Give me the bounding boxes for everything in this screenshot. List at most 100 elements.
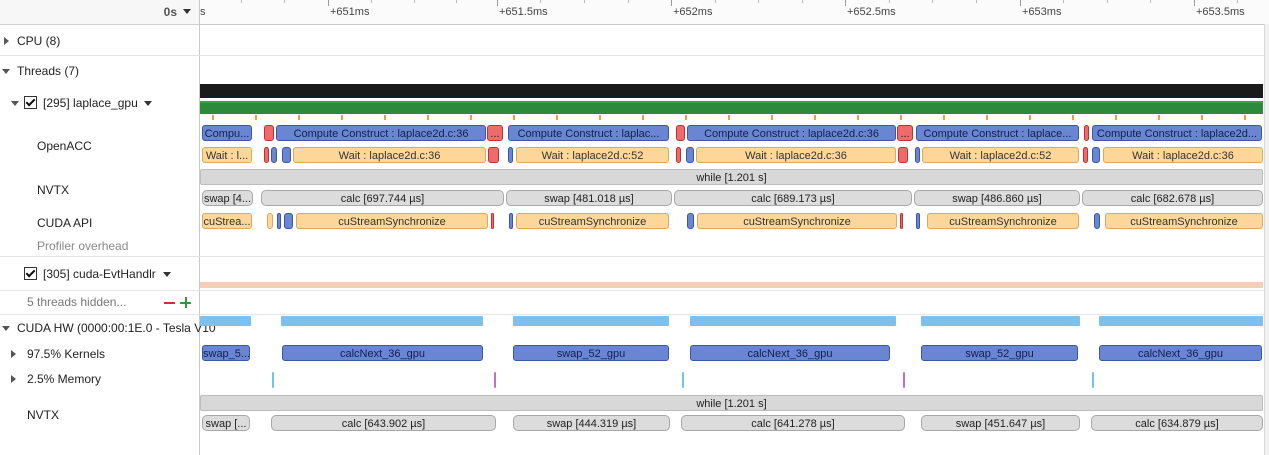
- cuda-api-call-small[interactable]: [900, 213, 903, 229]
- nvtx-hw-range[interactable]: calc [643.902 µs]: [271, 415, 496, 431]
- openacc-wait-block[interactable]: Wait : laplace2d.c:36: [696, 147, 896, 163]
- openacc-compute-block[interactable]: Compute Construct : laplace2d...: [1092, 125, 1262, 141]
- gpu-utilization-segment[interactable]: [513, 316, 669, 326]
- cuda-api-call[interactable]: cuStrea...: [202, 213, 252, 229]
- openacc-marker[interactable]: ...: [487, 125, 503, 141]
- gpu-utilization-segment[interactable]: [690, 316, 896, 326]
- kernel-block[interactable]: calcNext_36_gpu: [1099, 345, 1262, 361]
- openacc-marker[interactable]: [676, 125, 685, 141]
- minus-icon[interactable]: [164, 302, 175, 304]
- collapse-arrow-icon[interactable]: [2, 69, 10, 74]
- openacc-marker[interactable]: [264, 125, 274, 141]
- cuda-api-call[interactable]: cuStreamSynchronize: [1105, 213, 1263, 229]
- cuda-api-call-small[interactable]: [284, 213, 293, 229]
- openacc-marker[interactable]: [282, 147, 291, 163]
- memory-op-tick[interactable]: [1092, 372, 1094, 388]
- expand-arrow-icon[interactable]: [4, 37, 9, 45]
- ruler-minor-tick: [628, 0, 629, 3]
- openacc-marker[interactable]: [676, 147, 681, 163]
- openacc-wait-block[interactable]: Wait : l...: [202, 147, 252, 163]
- nvtx-range[interactable]: calc [689.173 µs]: [674, 190, 912, 206]
- collapse-arrow-icon[interactable]: [2, 326, 10, 331]
- openacc-marker[interactable]: [1084, 125, 1089, 141]
- openacc-wait-block[interactable]: Wait : laplace2d.c:36: [293, 147, 486, 163]
- cuda-api-call[interactable]: cuStreamSynchronize: [516, 213, 669, 229]
- row-separator: [0, 256, 1269, 257]
- memory-op-tick[interactable]: [272, 372, 274, 388]
- kernel-block[interactable]: calcNext_36_gpu: [282, 345, 483, 361]
- memory-op-tick[interactable]: [494, 372, 496, 388]
- sample-tick: [255, 115, 257, 120]
- nvtx-while-range[interactable]: while [1.201 s]: [200, 169, 1263, 185]
- sample-tick: [1072, 115, 1074, 120]
- thread-state-bar[interactable]: [200, 101, 1263, 114]
- nvtx-hw-range[interactable]: swap [451.647 µs]: [921, 415, 1080, 431]
- kernels-label: 97.5% Kernels: [27, 347, 106, 361]
- cuda-api-call-small[interactable]: [267, 213, 273, 229]
- kernel-block[interactable]: swap_5...: [202, 345, 250, 361]
- nvtx-range[interactable]: calc [682.678 µs]: [1082, 190, 1263, 206]
- openacc-marker[interactable]: [915, 147, 920, 163]
- openacc-marker[interactable]: [264, 147, 269, 163]
- openacc-compute-block[interactable]: Compute Construct : laplace2d.c:36: [687, 125, 896, 141]
- cuda-api-call[interactable]: cuStreamSynchronize: [697, 213, 897, 229]
- gpu-utilization-segment[interactable]: [200, 316, 251, 326]
- openacc-wait-block[interactable]: Wait : laplace2d.c:36: [1103, 147, 1263, 163]
- kernel-block[interactable]: swap_52_gpu: [921, 345, 1078, 361]
- sample-tick: [1244, 115, 1246, 120]
- cuda-api-call-small[interactable]: [916, 213, 920, 229]
- cuda-api-call-small[interactable]: [687, 213, 694, 229]
- nvtx-hw-range[interactable]: calc [634.879 µs]: [1091, 415, 1263, 431]
- openacc-marker[interactable]: [898, 147, 908, 163]
- gpu-utilization-segment[interactable]: [1099, 316, 1263, 326]
- nvtx-hw-range[interactable]: swap [...: [202, 415, 250, 431]
- cuda-api-call-small[interactable]: [277, 213, 281, 229]
- openacc-marker[interactable]: [686, 147, 694, 163]
- nvtx-range[interactable]: swap [486.860 µs]: [914, 190, 1080, 206]
- thread-305-activity-bar[interactable]: [200, 282, 1263, 288]
- timeline-ruler[interactable]: s +651ms +651.5ms +652ms +652.5ms +653ms…: [200, 0, 1269, 25]
- openacc-marker[interactable]: [1083, 147, 1088, 163]
- expand-arrow-icon[interactable]: [11, 350, 16, 358]
- nvtx-hw-range[interactable]: calc [641.278 µs]: [681, 415, 905, 431]
- chevron-down-icon[interactable]: [163, 272, 171, 277]
- gpu-utilization-segment[interactable]: [281, 316, 483, 326]
- row-separator: [0, 55, 1269, 56]
- nvtx-range[interactable]: calc [697.744 µs]: [261, 190, 504, 206]
- cuda-api-call-small[interactable]: [1094, 213, 1100, 229]
- cuda-api-call-small[interactable]: [491, 213, 494, 229]
- openacc-wait-block[interactable]: Wait : laplace2d.c:52: [516, 147, 669, 163]
- cuda-api-call-small[interactable]: [509, 213, 513, 229]
- kernel-block[interactable]: calcNext_36_gpu: [690, 345, 890, 361]
- hidden-threads-label: 5 threads hidden...: [27, 295, 127, 309]
- memory-op-tick[interactable]: [682, 372, 684, 388]
- nvtx-hw-while-range[interactable]: while [1.201 s]: [200, 395, 1263, 411]
- memory-op-tick[interactable]: [903, 372, 905, 388]
- nvtx-range[interactable]: swap [4...: [202, 190, 253, 206]
- openacc-compute-block[interactable]: Compute Construct : laplace...: [916, 125, 1079, 141]
- openacc-compute-block[interactable]: Compu...: [202, 125, 252, 141]
- openacc-wait-block[interactable]: Wait : laplace2d.c:52: [922, 147, 1079, 163]
- kernel-block[interactable]: swap_52_gpu: [513, 345, 669, 361]
- openacc-marker[interactable]: [271, 147, 277, 163]
- cuda-api-call[interactable]: cuStreamSynchronize: [927, 213, 1079, 229]
- vertical-scrollbar[interactable]: [1264, 24, 1269, 455]
- openacc-marker[interactable]: ...: [897, 125, 913, 141]
- gpu-utilization-segment[interactable]: [921, 316, 1080, 326]
- openacc-compute-block[interactable]: Compute Construct : laplace2d.c:36: [276, 125, 486, 141]
- openacc-compute-block[interactable]: Compute Construct : laplac...: [508, 125, 669, 141]
- cuda-api-call[interactable]: cuStreamSynchronize: [296, 213, 488, 229]
- sample-tick: [513, 115, 515, 120]
- thread-activity-bar[interactable]: [200, 84, 1263, 98]
- thread-305-checkbox[interactable]: [24, 267, 37, 280]
- nvtx-hw-range[interactable]: swap [444.319 µs]: [513, 415, 670, 431]
- openacc-marker[interactable]: [508, 147, 513, 163]
- chevron-down-icon[interactable]: [183, 9, 191, 14]
- openacc-marker[interactable]: [488, 147, 499, 163]
- nvtx-range[interactable]: swap [481.018 µs]: [506, 190, 672, 206]
- thread-295-checkbox[interactable]: [24, 96, 37, 109]
- openacc-marker[interactable]: [1092, 147, 1100, 163]
- chevron-down-icon[interactable]: [144, 101, 152, 106]
- expand-arrow-icon[interactable]: [11, 375, 16, 383]
- collapse-arrow-icon[interactable]: [11, 101, 19, 106]
